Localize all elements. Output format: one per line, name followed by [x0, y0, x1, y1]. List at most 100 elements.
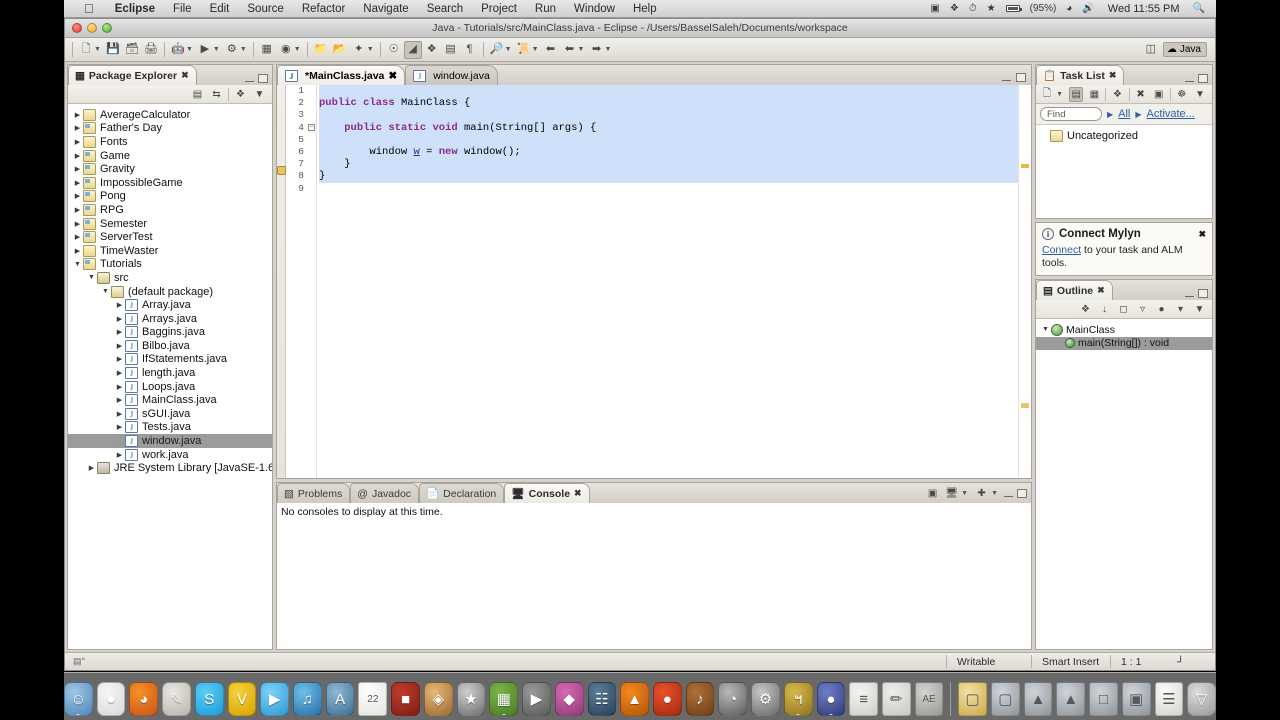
new-wizard-dropdown-icon[interactable]: ▼ — [94, 46, 103, 53]
system-preferences-icon[interactable]: ⚙ — [751, 682, 780, 716]
textedit-icon[interactable]: ✎ — [162, 682, 191, 716]
tree-item[interactable]: ▶ J Baggins.java — [68, 326, 272, 340]
maximize-icon[interactable] — [258, 74, 268, 83]
tree-item[interactable]: ▶ ImpossibleGame — [68, 176, 272, 190]
close-icon[interactable]: ✖ — [574, 488, 582, 499]
next-annotation-icon[interactable]: 🔎 — [488, 41, 506, 59]
code-line[interactable]: public static void main(String[] args) { — [319, 121, 1018, 134]
outline-body[interactable]: ▼ MainClass main(String[]) : void — [1036, 319, 1212, 649]
marble-icon[interactable]: ● — [816, 682, 846, 716]
chevron-right-icon[interactable]: ▶ — [114, 301, 125, 309]
task-list-body[interactable]: Uncategorized — [1036, 125, 1212, 218]
perspective-button-java[interactable]: ☁ Java — [1162, 42, 1207, 57]
package-explorer-tree-body[interactable]: ▶ AverageCalculator ▶ Father's Day ▶ Fonts ▶ Ga… — [68, 104, 272, 649]
chevron-right-icon[interactable]: ▶ — [72, 233, 83, 241]
outline-item[interactable]: ▼ MainClass — [1036, 323, 1212, 337]
toggle-mark-occurrences-icon[interactable]: ◢ — [403, 40, 422, 59]
close-icon[interactable]: ✖ — [1109, 70, 1117, 81]
debug-icon[interactable]: 🤖 — [169, 41, 187, 59]
code-line[interactable]: public class MainClass { — [319, 97, 1018, 110]
tree-item[interactable]: ▶ J Tests.java — [68, 421, 272, 435]
view-menu-icon[interactable]: ▼ — [1192, 302, 1207, 317]
appstore-icon[interactable]: A — [325, 682, 355, 716]
imovie-icon[interactable]: ☷ — [587, 682, 617, 716]
chevron-right-icon[interactable]: ▶ — [72, 152, 83, 160]
annotation-dropdown-icon[interactable]: ▼ — [367, 46, 376, 53]
quickfix-warning-icon[interactable] — [277, 166, 286, 175]
tree-item[interactable]: ▶ J Array.java — [68, 298, 272, 312]
minimize-icon[interactable] — [1002, 75, 1011, 81]
link-with-editor-icon[interactable]: ❖ — [423, 41, 441, 59]
chevron-right-icon[interactable]: ▶ — [114, 355, 125, 363]
quicktime-icon[interactable]: ▶ — [522, 682, 551, 716]
sublime-icon[interactable]: ฯ — [783, 682, 813, 716]
menu-item-file[interactable]: File — [164, 3, 201, 15]
chevron-right-icon[interactable]: ▶ — [72, 111, 83, 119]
vuze-icon[interactable]: V — [227, 682, 257, 716]
tree-item[interactable]: ▶ Semester — [68, 217, 272, 231]
sketch-icon[interactable]: ✏ — [881, 682, 911, 716]
maximize-icon[interactable] — [1017, 489, 1027, 498]
tree-item[interactable]: ▶ JsGUI.java — [68, 407, 272, 421]
close-icon[interactable]: ✖ — [388, 70, 397, 82]
menu-item-edit[interactable]: Edit — [201, 3, 239, 15]
menu-item-run[interactable]: Run — [526, 3, 565, 15]
battery-icon[interactable] — [1001, 5, 1025, 12]
iphoto-icon[interactable]: ◈ — [423, 682, 453, 716]
print-icon[interactable]: 🖨 — [142, 41, 160, 59]
documents-folder-icon[interactable]: ▲ — [1023, 682, 1053, 716]
firealpaca-icon[interactable]: ● — [652, 682, 682, 716]
tree-item[interactable]: ▶ J Arrays.java — [68, 312, 272, 326]
tab-task-list[interactable]: 📋 Task List ✖ — [1036, 65, 1125, 85]
scheduled-mode-icon[interactable]: ▦ — [1087, 87, 1101, 102]
chevron-right-icon[interactable]: ▶ — [114, 383, 125, 391]
tree-item[interactable]: ▶ J Loops.java — [68, 380, 272, 394]
files-folder-icon[interactable]: ▣ — [1121, 682, 1151, 716]
external-tools-icon[interactable]: ⚙ — [223, 41, 241, 59]
itunes-icon[interactable]: ♫ — [293, 682, 322, 716]
task-list-item[interactable]: Uncategorized — [1036, 129, 1212, 143]
tab-outline[interactable]: ▤ Outline ✖ — [1036, 280, 1113, 300]
text-doc-icon[interactable]: ☰ — [1154, 682, 1184, 716]
chevron-right-icon[interactable]: ▶ — [114, 423, 125, 431]
chevron-right-icon[interactable]: ▶ — [114, 410, 125, 418]
tree-item[interactable]: ▶ AverageCalculator — [68, 108, 272, 122]
minimize-icon[interactable] — [1004, 491, 1013, 497]
minimize-icon[interactable] — [1185, 76, 1194, 82]
code-line[interactable]: } — [319, 158, 1018, 171]
forward-icon[interactable]: ➡ — [587, 41, 605, 59]
new-task-icon[interactable]: 🗋 — [1040, 87, 1054, 102]
mylyn-connect-link[interactable]: Connect — [1042, 244, 1081, 256]
screen-recorder-icon[interactable]: ▣ — [925, 3, 944, 14]
tab-declaration[interactable]: 📄 Declaration — [419, 483, 505, 503]
new-java-class-icon[interactable]: ◉ — [277, 41, 295, 59]
facetime-icon[interactable]: ▶ — [260, 682, 290, 716]
forward-dropdown-icon[interactable]: ▼ — [604, 46, 613, 53]
clock-icon[interactable]: ⏱ — [964, 3, 982, 14]
previous-annotation-icon[interactable]: 📜 — [515, 41, 533, 59]
hide-nonpublic-icon[interactable]: ● — [1154, 302, 1169, 317]
new-task-dropdown-icon[interactable]: ▼ — [1056, 91, 1065, 98]
tree-item[interactable]: ▶ Pong — [68, 190, 272, 204]
collapse-all-icon[interactable]: ✖ — [1133, 87, 1147, 102]
chevron-right-icon[interactable]: ▶ — [72, 124, 83, 132]
tree-item[interactable]: ▶ Game — [68, 149, 272, 163]
hide-local-types-icon[interactable]: ▾ — [1173, 302, 1188, 317]
minecraft-icon[interactable]: ▦ — [489, 682, 519, 716]
spotlight-search-icon[interactable]: 🔍 — [1188, 3, 1210, 14]
tree-item[interactable]: ▶ Fonts — [68, 135, 272, 149]
synchronize-changed-icon[interactable]: ☸ — [1175, 87, 1189, 102]
tree-item[interactable]: ▼ Tutorials — [68, 258, 272, 272]
code-line[interactable] — [319, 109, 1018, 122]
source-code[interactable]: public class MainClass { public static v… — [317, 85, 1018, 478]
activate-link[interactable]: Activate... — [1147, 108, 1195, 120]
new-console-dropdown-icon[interactable]: ▼ — [991, 490, 1000, 497]
skype-icon[interactable]: S — [194, 682, 224, 716]
wifi-icon[interactable]: ◕ — [1061, 3, 1077, 14]
close-icon[interactable]: ✖ — [1097, 285, 1105, 296]
new-annotation-icon[interactable]: ✦ — [350, 41, 368, 59]
chevron-right-icon[interactable]: ▶ — [114, 315, 125, 323]
outline-tree[interactable]: ▼ MainClass main(String[]) : void — [1036, 319, 1212, 351]
tree-item[interactable]: ▶ Father's Day — [68, 122, 272, 136]
tree-item[interactable]: ▶ J MainClass.java — [68, 393, 272, 407]
